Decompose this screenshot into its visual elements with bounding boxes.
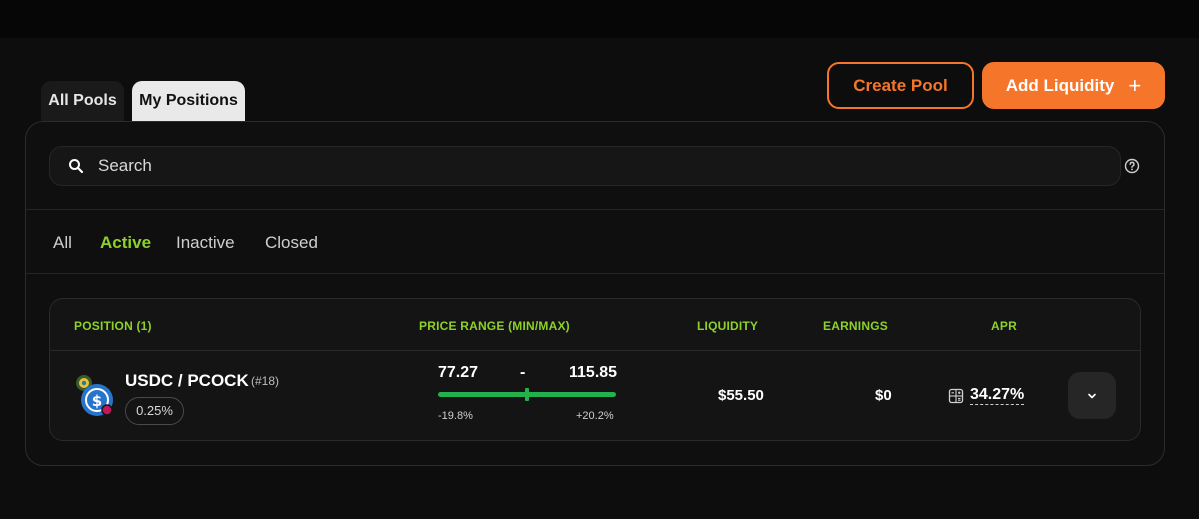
price-max: 115.85 (569, 364, 618, 381)
create-pool-button[interactable]: Create Pool (827, 62, 974, 109)
search-input[interactable] (98, 147, 1098, 185)
pct-max: +20.2% (576, 410, 614, 422)
create-pool-label: Create Pool (853, 75, 948, 95)
positions-table: POSITION (1) PRICE RANGE (MIN/MAX) LIQUI… (49, 298, 1141, 441)
fee-badge: 0.25% (125, 397, 184, 425)
svg-text:$: $ (92, 392, 102, 410)
chevron-down-icon (1088, 393, 1096, 398)
search-icon (69, 159, 84, 174)
divider (26, 273, 1164, 274)
price-min: 77.27 (438, 364, 479, 381)
positions-panel: All Active Inactive Closed POSITION (1) … (25, 121, 1165, 466)
filter-active[interactable]: Active (100, 233, 151, 253)
tab-my-positions[interactable]: My Positions (132, 81, 245, 121)
pct-min: -19.8% (438, 410, 473, 422)
filter-all[interactable]: All (53, 233, 72, 253)
liquidity-value: $55.50 (718, 387, 764, 404)
header-price-range: PRICE RANGE (MIN/MAX) (419, 319, 570, 333)
header-earnings: EARNINGS (823, 319, 888, 333)
filter-closed[interactable]: Closed (265, 233, 318, 253)
search-bar (49, 146, 1121, 186)
tab-all-pools[interactable]: All Pools (41, 81, 124, 121)
expand-row-button[interactable] (1068, 372, 1116, 419)
apr-value[interactable]: 34.27% (970, 386, 1025, 405)
table-header: POSITION (1) PRICE RANGE (MIN/MAX) LIQUI… (50, 299, 1140, 351)
earnings-value: $0 (875, 387, 892, 404)
header-liquidity: LIQUIDITY (697, 319, 759, 333)
price-range-bar (438, 388, 616, 401)
token-pair-icon: $ (76, 375, 113, 416)
plus-icon: + (1128, 72, 1142, 98)
current-price-marker (525, 388, 529, 401)
pair-name: USDC / PCOCK (125, 371, 249, 390)
help-circle-icon[interactable] (1124, 158, 1140, 174)
calculator-icon[interactable] (948, 388, 964, 404)
filter-inactive[interactable]: Inactive (176, 233, 235, 253)
add-liquidity-label: Add Liquidity (1005, 75, 1115, 95)
position-id: (#18) (251, 374, 280, 388)
header-apr: APR (991, 319, 1017, 333)
add-liquidity-button[interactable]: Add Liquidity + (982, 62, 1165, 109)
table-row[interactable]: $ USDC / PCOCK (#18) 0.25% 77.27 - 115.8… (50, 352, 1140, 440)
top-bar (0, 0, 1199, 38)
divider (26, 209, 1164, 210)
header-position: POSITION (1) (74, 319, 152, 333)
price-separator: - (520, 364, 526, 381)
